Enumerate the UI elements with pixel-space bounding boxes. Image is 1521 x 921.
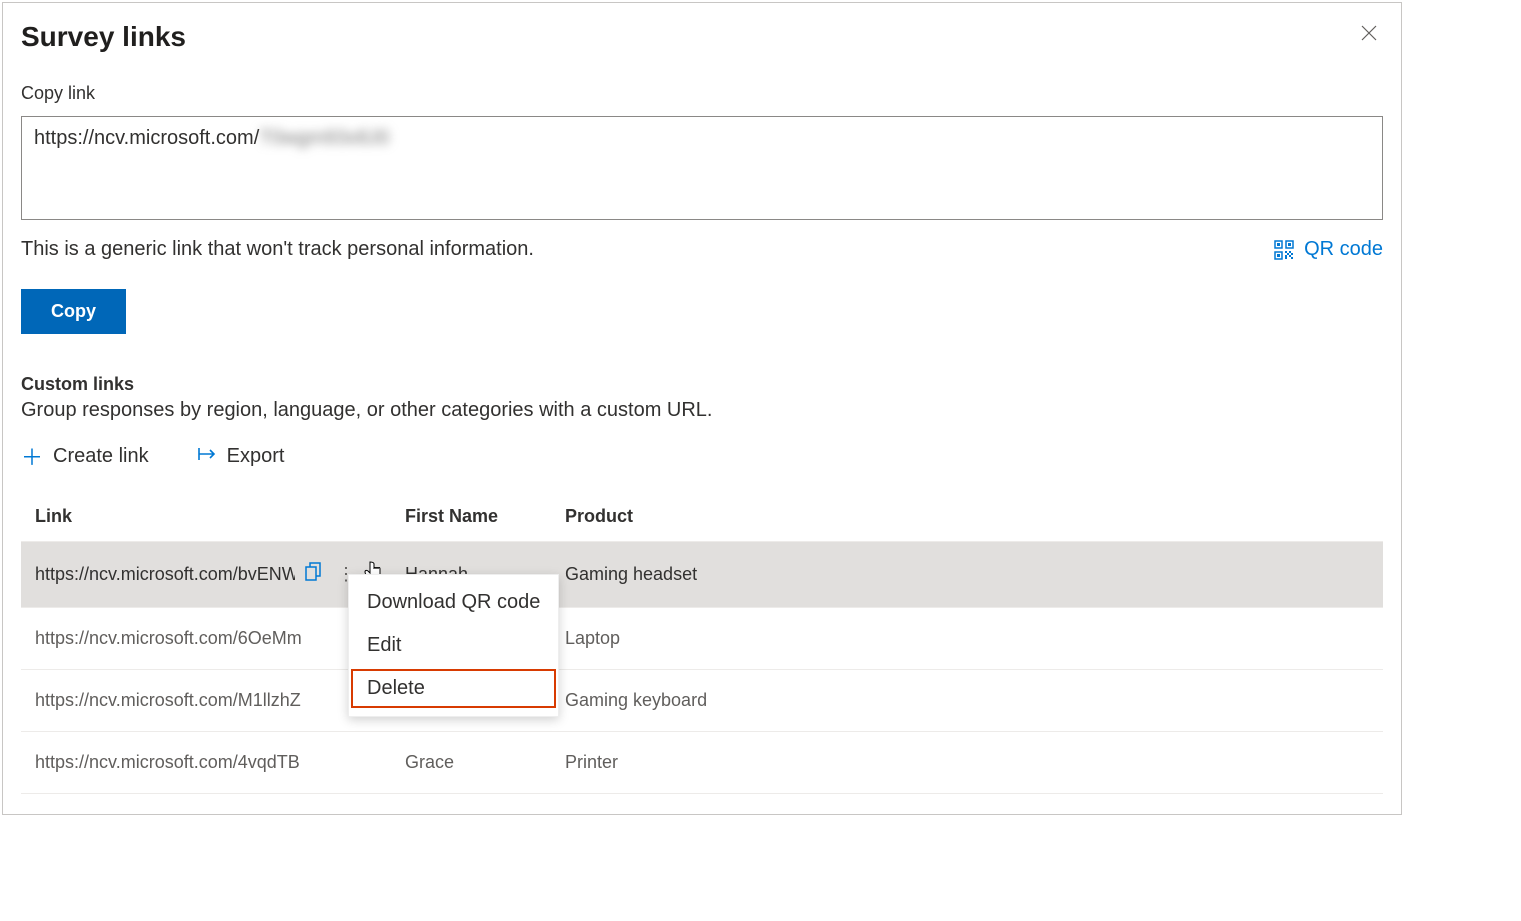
export-icon (197, 445, 217, 468)
link-text: https://ncv.microsoft.com/6OeMm (35, 628, 302, 648)
copy-link-input[interactable]: https://ncv.microsoft.com/T0wgm93x8J0 (21, 116, 1383, 220)
survey-links-dialog: Survey links Copy link https://ncv.micro… (2, 2, 1402, 815)
copy-link-url-prefix: https://ncv.microsoft.com/ (34, 127, 259, 149)
custom-links-table: Link First Name Product https://ncv.micr… (21, 492, 1383, 794)
product-cell: Gaming keyboard (551, 670, 1383, 732)
export-label: Export (227, 445, 285, 468)
copy-button[interactable]: Copy (21, 289, 126, 334)
table-row[interactable]: https://ncv.microsoft.com/M1llzhZ Gaming… (21, 670, 1383, 732)
link-cell: https://ncv.microsoft.com/bvENW ⋮ (35, 562, 377, 587)
close-icon[interactable] (1357, 21, 1381, 48)
copy-link-url-blurred: T0wgm93x8J0 (259, 127, 389, 149)
table-row[interactable]: https://ncv.microsoft.com/6OeMm Laptop (21, 608, 1383, 670)
custom-links-desc: Group responses by region, language, or … (21, 399, 1383, 422)
qr-icon (1274, 240, 1294, 260)
menu-download-qr[interactable]: Download QR code (349, 581, 558, 624)
dialog-header: Survey links (3, 3, 1401, 53)
create-link-button[interactable]: ＋ Create link (21, 440, 149, 472)
plus-icon: ＋ (21, 440, 43, 472)
row-copy-icon[interactable] (305, 562, 323, 587)
th-product: Product (551, 492, 1383, 542)
export-button[interactable]: Export (197, 440, 285, 472)
product-cell: Laptop (551, 608, 1383, 670)
dialog-title: Survey links (21, 21, 186, 53)
table-row[interactable]: https://ncv.microsoft.com/bvENW ⋮ Hannah… (21, 542, 1383, 608)
copy-link-helper: This is a generic link that won't track … (21, 238, 534, 261)
create-link-label: Create link (53, 445, 149, 468)
copy-link-heading: Copy link (21, 83, 1383, 104)
first-name-cell: Grace (391, 732, 551, 794)
link-text: https://ncv.microsoft.com/bvENW (35, 564, 295, 585)
menu-edit[interactable]: Edit (349, 624, 558, 667)
th-first-name: First Name (391, 492, 551, 542)
link-text: https://ncv.microsoft.com/M1llzhZ (35, 690, 301, 710)
row-context-menu: Download QR code Edit Delete (348, 574, 559, 717)
product-cell: Printer (551, 732, 1383, 794)
custom-links-heading: Custom links (21, 374, 1383, 395)
link-text: https://ncv.microsoft.com/4vqdTB (35, 752, 300, 772)
qr-code-label: QR code (1304, 238, 1383, 261)
table-header-row: Link First Name Product (21, 492, 1383, 542)
product-cell: Gaming headset (551, 542, 1383, 608)
qr-code-link[interactable]: QR code (1274, 238, 1383, 261)
table-row[interactable]: https://ncv.microsoft.com/4vqdTB Grace P… (21, 732, 1383, 794)
menu-delete[interactable]: Delete (349, 667, 558, 710)
th-link: Link (21, 492, 391, 542)
